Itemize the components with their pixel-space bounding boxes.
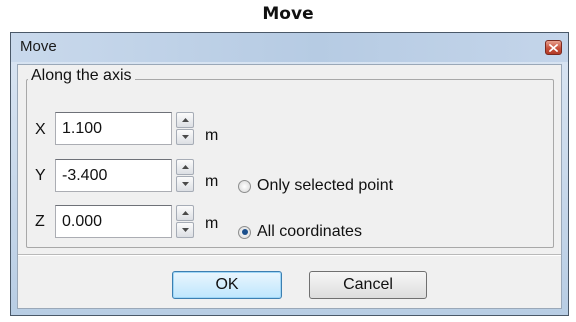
y-spinner <box>176 159 194 192</box>
arrow-up-icon <box>181 165 189 169</box>
x-value-input[interactable] <box>55 112 172 145</box>
close-icon <box>549 43 558 52</box>
z-value-input[interactable] <box>55 205 172 238</box>
z-axis-label: Z <box>35 213 45 230</box>
cancel-button[interactable]: Cancel <box>309 271 427 299</box>
arrow-down-icon <box>181 228 189 232</box>
radio-all-coordinates[interactable]: All coordinates <box>238 223 362 241</box>
arrow-down-icon <box>181 182 189 186</box>
y-spin-down-button[interactable] <box>176 176 194 192</box>
title-bar[interactable]: Move <box>11 33 568 62</box>
radio-selected-dot <box>241 229 248 235</box>
page-caption: Move <box>262 4 314 24</box>
move-dialog: Move Along the axis X m Y <box>10 32 569 316</box>
z-spin-down-button[interactable] <box>176 222 194 238</box>
radio-label-all-coordinates: All coordinates <box>257 223 362 240</box>
y-spin-up-button[interactable] <box>176 159 194 175</box>
button-divider <box>18 254 561 256</box>
close-button[interactable] <box>545 40 562 55</box>
groupbox-legend: Along the axis <box>28 67 135 85</box>
y-unit-label: m <box>205 173 219 190</box>
radio-label-only-selected: Only selected point <box>257 177 394 194</box>
window-title: Move <box>20 38 57 55</box>
z-spin-up-button[interactable] <box>176 205 194 221</box>
x-axis-label: X <box>35 121 46 138</box>
radio-button-checked[interactable] <box>238 225 251 239</box>
z-spinner <box>176 205 194 238</box>
x-spin-up-button[interactable] <box>176 112 194 128</box>
x-unit-label: m <box>205 127 219 144</box>
x-spin-down-button[interactable] <box>176 129 194 145</box>
x-spinner <box>176 112 194 145</box>
radio-only-selected-point[interactable]: Only selected point <box>238 177 393 195</box>
dialog-body: Along the axis X m Y m Z <box>17 64 562 309</box>
y-axis-label: Y <box>35 167 46 184</box>
ok-button[interactable]: OK <box>172 271 282 299</box>
arrow-up-icon <box>181 211 189 215</box>
z-unit-label: m <box>205 215 219 232</box>
arrow-down-icon <box>181 135 189 139</box>
y-value-input[interactable] <box>55 159 172 192</box>
radio-button-unchecked[interactable] <box>238 179 251 193</box>
arrow-up-icon <box>181 118 189 122</box>
